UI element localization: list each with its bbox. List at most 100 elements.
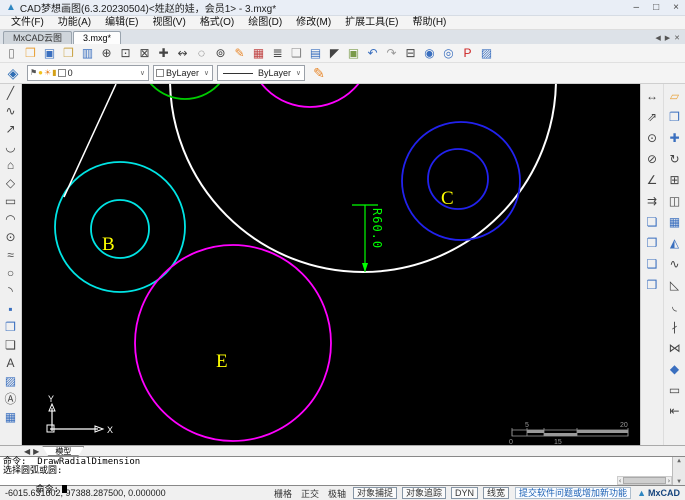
hatch-icon[interactable]: ▦ bbox=[2, 409, 20, 427]
scroll-down-icon[interactable]: ▼ bbox=[677, 478, 681, 485]
zoom-extents-icon[interactable]: ⊠ bbox=[135, 45, 154, 62]
fillet-icon[interactable]: ◟ bbox=[665, 296, 685, 317]
menu-item[interactable]: 绘图(D) bbox=[241, 16, 289, 30]
label-e[interactable]: E bbox=[216, 351, 228, 372]
tab-close-icon[interactable]: ✕ bbox=[674, 34, 680, 42]
spline-edit-icon[interactable]: ∿ bbox=[665, 254, 685, 275]
layer-dropdown[interactable]: ⚑●☀▮ 0 ∨ bbox=[27, 65, 149, 81]
break-icon[interactable]: ∤ bbox=[665, 317, 685, 338]
linetype-manager-icon[interactable]: ≣ bbox=[268, 45, 287, 62]
status-toggle-栅格[interactable]: 栅格 bbox=[272, 487, 294, 500]
dim-continue-icon[interactable]: ⇉ bbox=[642, 191, 662, 212]
print-icon[interactable]: ⊟ bbox=[401, 45, 420, 62]
zoom-window-icon[interactable]: ⊡ bbox=[116, 45, 135, 62]
zoom-center-icon[interactable]: ◌ bbox=[192, 45, 211, 62]
copy-clip-icon[interactable]: ❏ bbox=[642, 212, 662, 233]
drawing-canvas[interactable]: BCER60.0YX051520 bbox=[22, 84, 640, 445]
paste-block-icon[interactable]: ❒ bbox=[642, 275, 662, 296]
feedback-link[interactable]: 提交软件问题或增加新功能 bbox=[515, 487, 631, 499]
paste-icon[interactable]: ❑ bbox=[642, 254, 662, 275]
arc-cse-icon[interactable]: ◝ bbox=[2, 283, 20, 301]
tab-scroll-left-icon[interactable]: ◀ bbox=[655, 34, 660, 42]
draw-color-pencil-icon[interactable]: ✎ bbox=[309, 65, 329, 82]
command-prompt-line[interactable]: 命令: bbox=[3, 476, 685, 485]
open-folder-icon[interactable]: ❒ bbox=[59, 45, 78, 62]
status-toggle-DYN[interactable]: DYN bbox=[451, 487, 478, 499]
status-toggle-对象捕捉[interactable]: 对象捕捉 bbox=[353, 487, 397, 499]
document-tab[interactable]: MxCAD云图 bbox=[3, 31, 72, 44]
dim-radius-icon[interactable]: ⊙ bbox=[642, 128, 662, 149]
copy-base-icon[interactable]: ❐ bbox=[642, 233, 662, 254]
menu-item[interactable]: 文件(F) bbox=[4, 16, 51, 30]
scroll-right-icon[interactable]: › bbox=[667, 477, 671, 485]
command-window[interactable]: 命令: _DrawRadialDimension选择圆弧或圆: 命令: ▲ ▼ … bbox=[0, 456, 685, 486]
text-icon[interactable]: A bbox=[2, 355, 20, 373]
command-horizontal-scrollbar[interactable]: ‹ › bbox=[617, 476, 672, 485]
polygon-edge-icon[interactable]: ◇ bbox=[2, 175, 20, 193]
explode-icon[interactable]: ◆ bbox=[665, 359, 685, 380]
menu-item[interactable]: 修改(M) bbox=[289, 16, 338, 30]
status-toggle-线宽[interactable]: 线宽 bbox=[483, 487, 509, 499]
arc-icon[interactable]: ◡ bbox=[2, 139, 20, 157]
save-edit-icon[interactable]: ▣ bbox=[344, 45, 363, 62]
color-palette-icon[interactable]: ▦ bbox=[249, 45, 268, 62]
color-dropdown[interactable]: ByLayer ∨ bbox=[153, 65, 213, 81]
mtext-icon[interactable]: Ⓐ bbox=[2, 391, 20, 409]
label-c[interactable]: C bbox=[441, 188, 454, 209]
redo-icon[interactable]: ↷ bbox=[382, 45, 401, 62]
layout-next-icon[interactable]: ▶ bbox=[33, 447, 39, 456]
menu-item[interactable]: 扩展工具(E) bbox=[338, 16, 405, 30]
web-publish-icon[interactable]: ◎ bbox=[439, 45, 458, 62]
join-icon[interactable]: ⋈ bbox=[665, 338, 685, 359]
scroll-left-icon[interactable]: ‹ bbox=[618, 477, 622, 485]
point-icon[interactable]: ▪ bbox=[2, 301, 20, 319]
block-manager-icon[interactable]: ❑ bbox=[287, 45, 306, 62]
arc-3pt-icon[interactable]: ◠ bbox=[2, 211, 20, 229]
zoom-dynamic-icon[interactable]: ↭ bbox=[173, 45, 192, 62]
line-icon[interactable]: ╱ bbox=[2, 85, 20, 103]
save-as-icon[interactable]: ▥ bbox=[78, 45, 97, 62]
copy-icon[interactable]: ❐ bbox=[665, 107, 685, 128]
status-toggle-正交[interactable]: 正交 bbox=[299, 487, 321, 500]
pdf-export-icon[interactable]: P bbox=[458, 45, 477, 62]
ellipse-icon[interactable]: ○ bbox=[2, 265, 20, 283]
draw-pencil-icon[interactable]: ✎ bbox=[230, 45, 249, 62]
circle-magenta-top[interactable] bbox=[248, 84, 372, 107]
open-drawing-icon[interactable]: ❒ bbox=[21, 45, 40, 62]
linetype-dropdown[interactable]: ByLayer ∨ bbox=[217, 65, 305, 81]
undo-icon[interactable]: ↶ bbox=[363, 45, 382, 62]
new-file-icon[interactable]: ▯ bbox=[2, 45, 21, 62]
pan-icon[interactable]: ✚ bbox=[154, 45, 173, 62]
circle-blue-outer[interactable] bbox=[402, 122, 520, 240]
erase-icon[interactable]: ▱ bbox=[665, 86, 685, 107]
circle-cyan-inner[interactable] bbox=[91, 200, 149, 258]
circle-green-top[interactable] bbox=[139, 84, 231, 99]
document-tab[interactable]: 3.mxg* bbox=[73, 31, 121, 44]
spline-icon[interactable]: ≈ bbox=[2, 247, 20, 265]
zoom-in-icon[interactable]: ⊕ bbox=[97, 45, 116, 62]
menu-item[interactable]: 帮助(H) bbox=[406, 16, 454, 30]
tab-model[interactable]: 模型 bbox=[42, 446, 84, 456]
save-icon[interactable]: ▣ bbox=[40, 45, 59, 62]
web-icon[interactable]: ◉ bbox=[420, 45, 439, 62]
circle-icon[interactable]: ⊙ bbox=[2, 229, 20, 247]
close-button[interactable]: × bbox=[673, 2, 679, 13]
mirror-icon[interactable]: ◭ bbox=[665, 233, 685, 254]
move-icon[interactable]: ✚ bbox=[665, 128, 685, 149]
polygon-icon[interactable]: ⌂ bbox=[2, 157, 20, 175]
select-icon[interactable]: ◤ bbox=[325, 45, 344, 62]
menu-item[interactable]: 视图(V) bbox=[145, 16, 192, 30]
rectangle-icon[interactable]: ▭ bbox=[2, 193, 20, 211]
menu-item[interactable]: 编辑(E) bbox=[98, 16, 145, 30]
layers-manager-icon[interactable]: ◈ bbox=[3, 65, 23, 82]
ray-icon[interactable]: ↗ bbox=[2, 121, 20, 139]
command-vertical-scrollbar[interactable]: ▲ ▼ bbox=[672, 457, 685, 485]
trim-icon[interactable]: ⇤ bbox=[665, 401, 685, 422]
insert-block-icon[interactable]: ❐ bbox=[2, 319, 20, 337]
offset-icon[interactable]: ◫ bbox=[665, 191, 685, 212]
dim-angular-icon[interactable]: ∠ bbox=[642, 170, 662, 191]
scrollbar-thumb[interactable] bbox=[623, 477, 666, 484]
menu-item[interactable]: 功能(A) bbox=[51, 16, 98, 30]
image-icon[interactable]: ▨ bbox=[2, 373, 20, 391]
polyline-icon[interactable]: ∿ bbox=[2, 103, 20, 121]
